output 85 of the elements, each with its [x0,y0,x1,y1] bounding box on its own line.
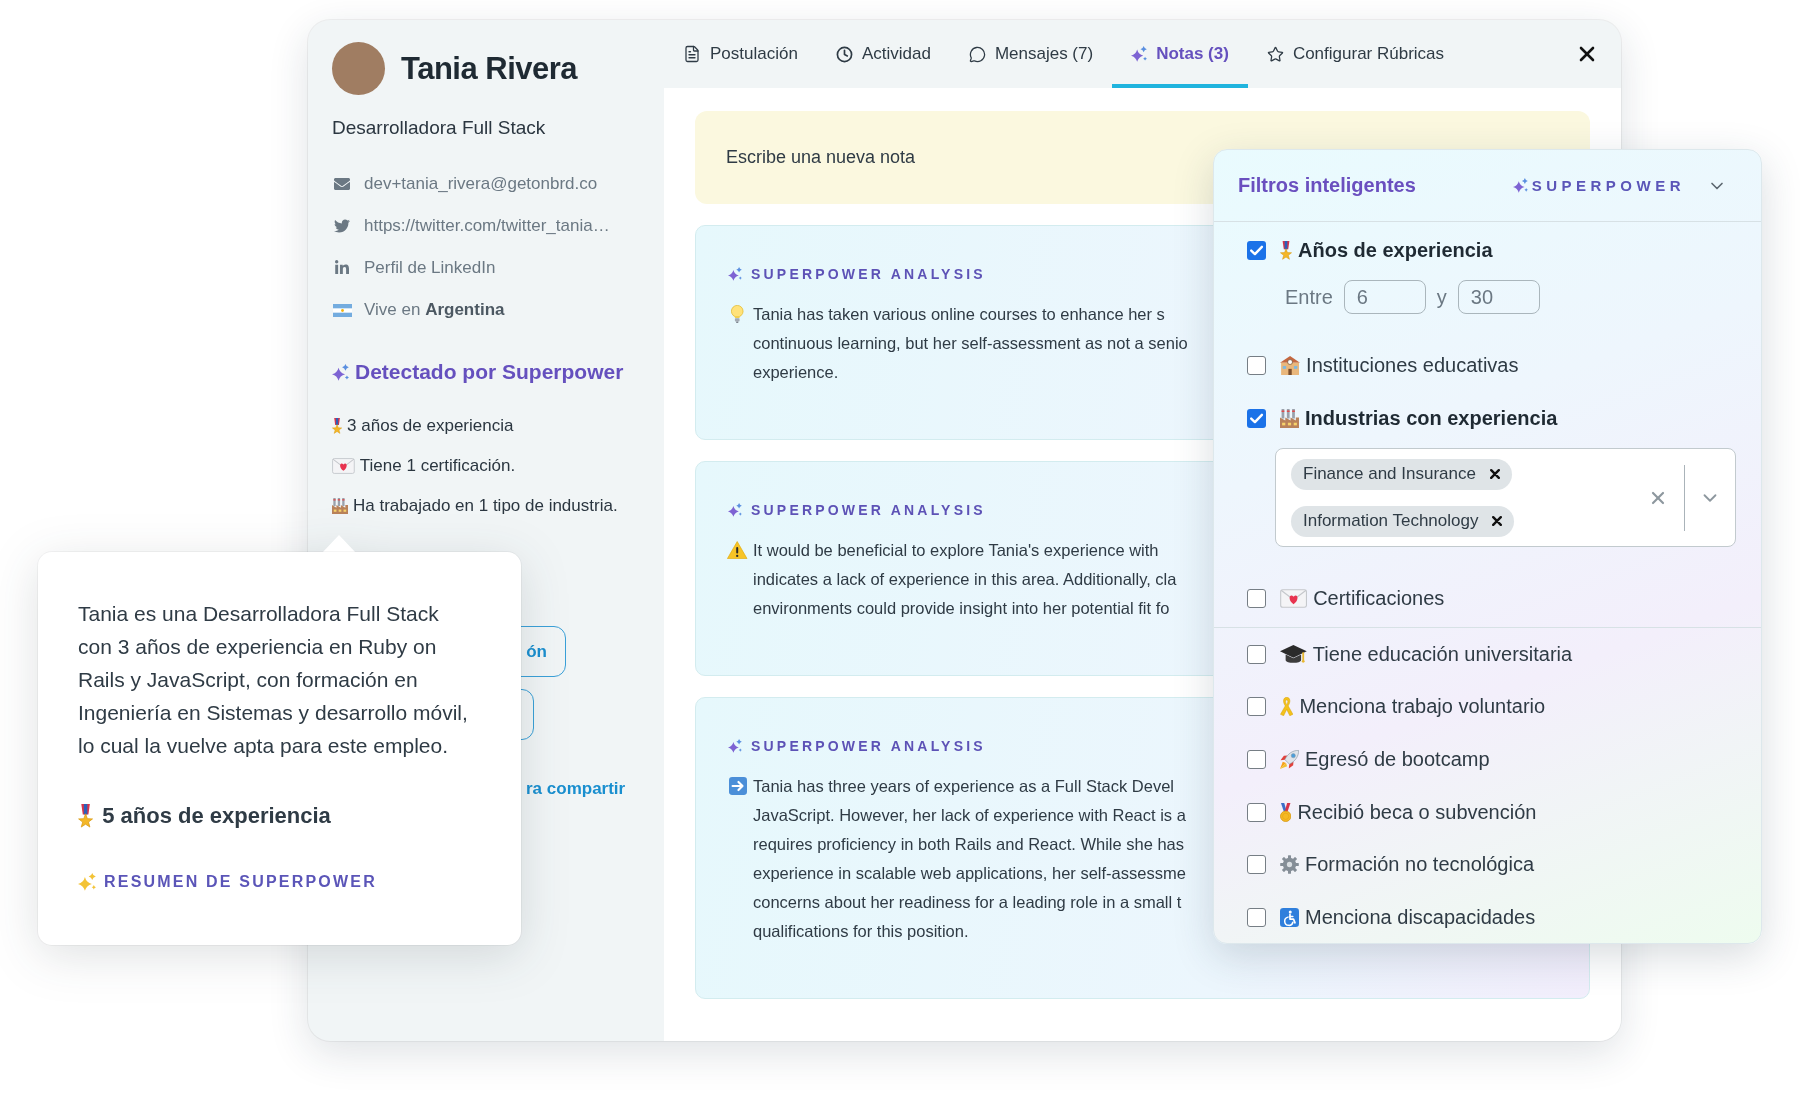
checkbox[interactable] [1247,802,1266,822]
sparkles-icon [1131,46,1148,62]
x-icon[interactable] [1492,516,1503,526]
contact-text: Perfil de LinkedIn [364,258,496,278]
analysis-heading: SUPERPOWER ANALYSIS [751,266,986,282]
range-label: y [1436,285,1447,309]
analysis-heading: SUPERPOWER ANALYSIS [751,502,986,518]
flag-icon [332,303,352,317]
sparkles-icon [78,873,96,891]
sparkles-icon [332,363,349,381]
tab[interactable]: Actividad [816,20,950,88]
highlight-text: 5 años de experiencia [102,803,331,829]
analysis-heading: SUPERPOWER ANALYSIS [751,738,986,754]
filter-label: Certificaciones [1313,586,1445,610]
avatar-placeholder [332,42,385,95]
checkbox[interactable] [1247,855,1266,875]
filter-label: Formación no tecnológica [1305,853,1534,877]
filter-label: Menciona trabajo voluntario [1299,695,1546,719]
tab[interactable]: Postulación [664,20,817,88]
filter-label: Egresó de bootcamp [1305,747,1490,771]
ribbon-icon [1280,697,1294,717]
analysis-text: Tania has taken various online courses to enhance her s continuous learning, but her self-assessment as not a senio experience. [753,304,1188,383]
summary-footer-label: RESUMEN DE SUPERPOWER [104,873,377,891]
wheelchair-icon [1280,907,1299,927]
contact-text: dev+tania_rivera@getonbrd.co [364,174,598,194]
panel-title: Filtros inteligentes [1238,174,1416,197]
star-icon [1266,45,1284,63]
industry-tag[interactable]: Finance and Insurance [1291,458,1512,490]
gear-icon [1280,855,1299,875]
warning-icon [727,541,748,559]
rocket-icon [1280,749,1299,769]
military-medal-icon [78,804,94,828]
checkbox[interactable] [1247,749,1266,769]
candidate-name: Tania Rivera [401,50,578,87]
checkbox[interactable] [1247,588,1266,608]
clock-icon [835,45,853,63]
filter-label: Tiene educación universitaria [1312,642,1573,666]
filter-label: Años de experiencia [1298,238,1493,262]
sparkles-icon [1512,178,1528,193]
multi-select-field[interactable]: Finance and Insurance Information Technology [1275,448,1736,547]
range-label: Entre [1285,285,1333,309]
tab[interactable]: Configurar Rúbricas [1247,20,1464,88]
analysis-text: Tania has three years of experience as a Full Stack Devel JavaScript. However, her lack of experience with React is a requires proficiency in both Rails and React. While she has experience in scalable web applications, her self-assessme concerns about her readiness for a leading role in a small t qualifications for this position. [753,776,1186,942]
sparkles-icon [728,267,742,281]
checkbox[interactable] [1247,644,1266,664]
tab[interactable]: Notas (3) [1112,20,1248,88]
bird-icon [334,218,350,234]
detected-item-text: Tiene 1 certificación. [359,456,516,476]
filter-label: Industrias con experiencia [1305,406,1558,430]
range-input-field[interactable]: 30 [1457,280,1540,314]
checkbox[interactable] [1247,697,1266,717]
checkbox[interactable] [1247,240,1266,260]
checkbox[interactable] [1247,408,1266,428]
filter-label: Recibió beca o subvención [1297,800,1537,824]
arrow-right-icon [728,777,747,795]
graduation-cap-icon [1280,644,1307,664]
range-input-field[interactable]: 6 [1343,280,1426,314]
factory-icon [1280,408,1299,428]
checkbox[interactable] [1247,907,1266,927]
summary-text: Tania es una Desarrolladora Full Stack con 3 años de experiencia en Ruby on Rails y JavaScript, con formación en Ingeniería en Sistemas y desarrollo móvil, lo cual la vuelve apta para este empleo. [78,601,469,759]
military-medal-icon [1280,240,1292,260]
speech-bubble-icon [968,45,986,63]
detected-item-text: 3 años de experiencia [347,416,514,436]
section-title: Detectado por Superpower [355,360,624,384]
medal-icon [1280,802,1292,822]
tab[interactable]: Mensajes (7) [949,20,1113,88]
filter-label: Menciona discapacidades [1305,905,1536,929]
sparkles-icon [728,739,742,753]
x-icon[interactable] [1489,469,1500,479]
job-title: Desarrolladora Full Stack [332,116,547,140]
school-building-icon [1280,355,1301,375]
detected-item-text: Ha trabajado en 1 tipo de industria. [353,496,618,516]
sparkles-icon [728,503,742,517]
factory-icon [332,498,348,514]
military-medal-icon [332,418,343,434]
checkbox[interactable] [1247,355,1266,375]
contact-text: https://twitter.com/twitter_tania… [364,216,610,236]
lightbulb-icon [731,305,744,323]
analysis-text: It would be beneficial to explore Tania's experience with indicates a lack of experience in this area. Additionally, cla environments could provide insight into her potential fit fo [753,540,1177,619]
industry-tag[interactable]: Information Technology [1291,505,1515,537]
envelope-icon [334,176,350,192]
filter-label: Instituciones educativas [1306,353,1519,377]
document-icon [683,45,701,63]
contact-text: Vive en Argentina [364,300,505,320]
in-logo-icon [334,260,350,276]
